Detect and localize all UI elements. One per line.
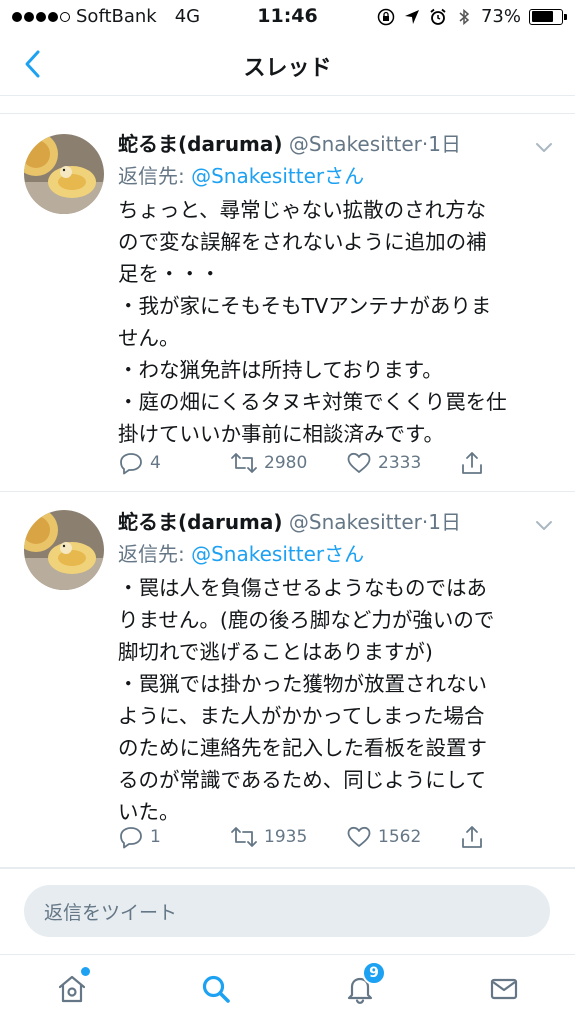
new-content-dot [81, 967, 90, 976]
battery-percent: 73% [480, 6, 521, 27]
tweet[interactable]: 蛇るま(daruma) @Snakesitter·1日 返信先: @Snakes… [0, 114, 575, 492]
tweet-text: ・罠は人を負傷させるようなものではあ りません。(鹿の後ろ脚など力が強いので 脚… [118, 572, 558, 828]
tweet-line: ・わな猟免許は所持しております。 [118, 358, 443, 382]
notification-count-badge: 9 [362, 961, 386, 985]
tweet-line: 掛けていいか事前に相談済みです。 [118, 422, 444, 446]
retweet-count: 1935 [264, 827, 308, 847]
tweet-line: せん。 [118, 326, 180, 350]
reply-mention-link[interactable]: @Snakesitterさん [191, 164, 364, 188]
tweet-line: ・罠猟では掛かった獲物が放置されない [118, 672, 487, 696]
page-title: スレッド [243, 56, 332, 81]
tweet-line: 脚切れで逃げることはありますが) [118, 640, 433, 664]
reply-mention-link[interactable]: @Snakesitterさん [191, 542, 364, 566]
share-button[interactable] [460, 824, 484, 850]
tweet-line: ので変な誤解をされないように追加の補 [118, 230, 487, 254]
tweet-line: ・罠は人を負傷させるようなものではあ [118, 576, 487, 600]
heart-icon [347, 452, 371, 473]
tweet-header: 蛇るま(daruma) @Snakesitter·1日 [118, 128, 531, 157]
location-arrow-icon [403, 8, 421, 26]
status-bar: SoftBank 4G 11:46 73% [0, 0, 575, 34]
tab-bar: 9 [0, 954, 575, 1024]
like-count: 1562 [378, 827, 422, 847]
share-button[interactable] [460, 450, 484, 476]
home-icon [58, 975, 86, 1003]
chevron-down-icon[interactable] [533, 136, 555, 158]
tab-search[interactable] [196, 969, 236, 1009]
mail-icon [490, 978, 518, 1000]
reply-input[interactable]: 返信をツイート [24, 885, 550, 937]
avatar[interactable] [24, 134, 104, 214]
tweet[interactable]: 蛇るま(daruma) @Snakesitter·1日 返信先: @Snakes… [0, 492, 575, 868]
tweet-timestamp: ·1日 [421, 132, 461, 156]
bluetooth-icon [455, 8, 473, 26]
tweet-actions: 4 2980 2333 [118, 448, 558, 478]
retweet-icon [231, 827, 257, 847]
like-button[interactable]: 1562 [346, 825, 421, 849]
search-icon [202, 975, 230, 1003]
retweet-icon [231, 453, 257, 473]
user-handle[interactable]: @Snakesitter [289, 132, 422, 156]
battery-level-fill [531, 11, 553, 22]
reply-to-line: 返信先: @Snakesitterさん [118, 160, 364, 189]
tweet-actions: 1 1935 1562 [118, 822, 558, 852]
chevron-down-icon[interactable] [533, 514, 555, 536]
reply-count: 1 [150, 827, 161, 847]
reply-icon [120, 453, 142, 475]
retweet-button[interactable]: 1935 [230, 826, 307, 848]
thread-gap [0, 96, 575, 114]
retweet-button[interactable]: 2980 [230, 452, 307, 474]
alarm-icon [429, 8, 447, 26]
tweet-line: ・我が家にそもそもTVアンテナがありま [118, 294, 492, 318]
tweet-line: ちょっと、尋常じゃない拡散のされ方な [118, 198, 487, 222]
tab-home[interactable] [52, 967, 92, 1009]
like-button[interactable]: 2333 [346, 451, 421, 475]
display-name[interactable]: 蛇るま(daruma) [118, 510, 283, 534]
tweet-line: りません。(鹿の後ろ脚など力が強いので [118, 608, 495, 632]
tab-notifications[interactable]: 9 [340, 961, 386, 1009]
battery-icon [529, 8, 567, 25]
share-icon [462, 826, 482, 848]
tweet-line: るのが常識であるため、同じようにして [118, 768, 487, 792]
reply-button[interactable]: 4 [118, 451, 161, 475]
tweet-timestamp: ·1日 [421, 510, 461, 534]
like-count: 2333 [378, 453, 422, 473]
reply-composer: 返信をツイート [0, 868, 575, 954]
reply-to-label: 返信先: [118, 542, 192, 566]
tweet-line: のために連絡先を記入した看板を設置す [118, 736, 487, 760]
tweet-line: ・庭の畑にくるタヌキ対策でくくり罠を仕 [118, 390, 507, 414]
reply-to-line: 返信先: @Snakesitterさん [118, 538, 364, 567]
nav-header: スレッド [0, 34, 575, 96]
reply-to-label: 返信先: [118, 164, 192, 188]
tab-messages[interactable] [484, 969, 524, 1009]
tweet-line: ように、また人がかかってしまった場合 [118, 704, 485, 728]
rotation-lock-icon [377, 8, 395, 26]
avatar[interactable] [24, 510, 104, 590]
tweet-text: ちょっと、尋常じゃない拡散のされ方な ので変な誤解をされないように追加の補 足を… [118, 194, 558, 450]
heart-icon [347, 826, 371, 847]
display-name[interactable]: 蛇るま(daruma) [118, 132, 283, 156]
reply-button[interactable]: 1 [118, 825, 161, 849]
status-right: 73% [377, 6, 567, 27]
tweet-header: 蛇るま(daruma) @Snakesitter·1日 [118, 506, 531, 535]
tweet-line: 足を・・・ [118, 262, 221, 286]
reply-icon [120, 827, 142, 849]
user-handle[interactable]: @Snakesitter [289, 510, 422, 534]
retweet-count: 2980 [264, 453, 308, 473]
share-icon [462, 452, 482, 474]
reply-count: 4 [150, 453, 161, 473]
